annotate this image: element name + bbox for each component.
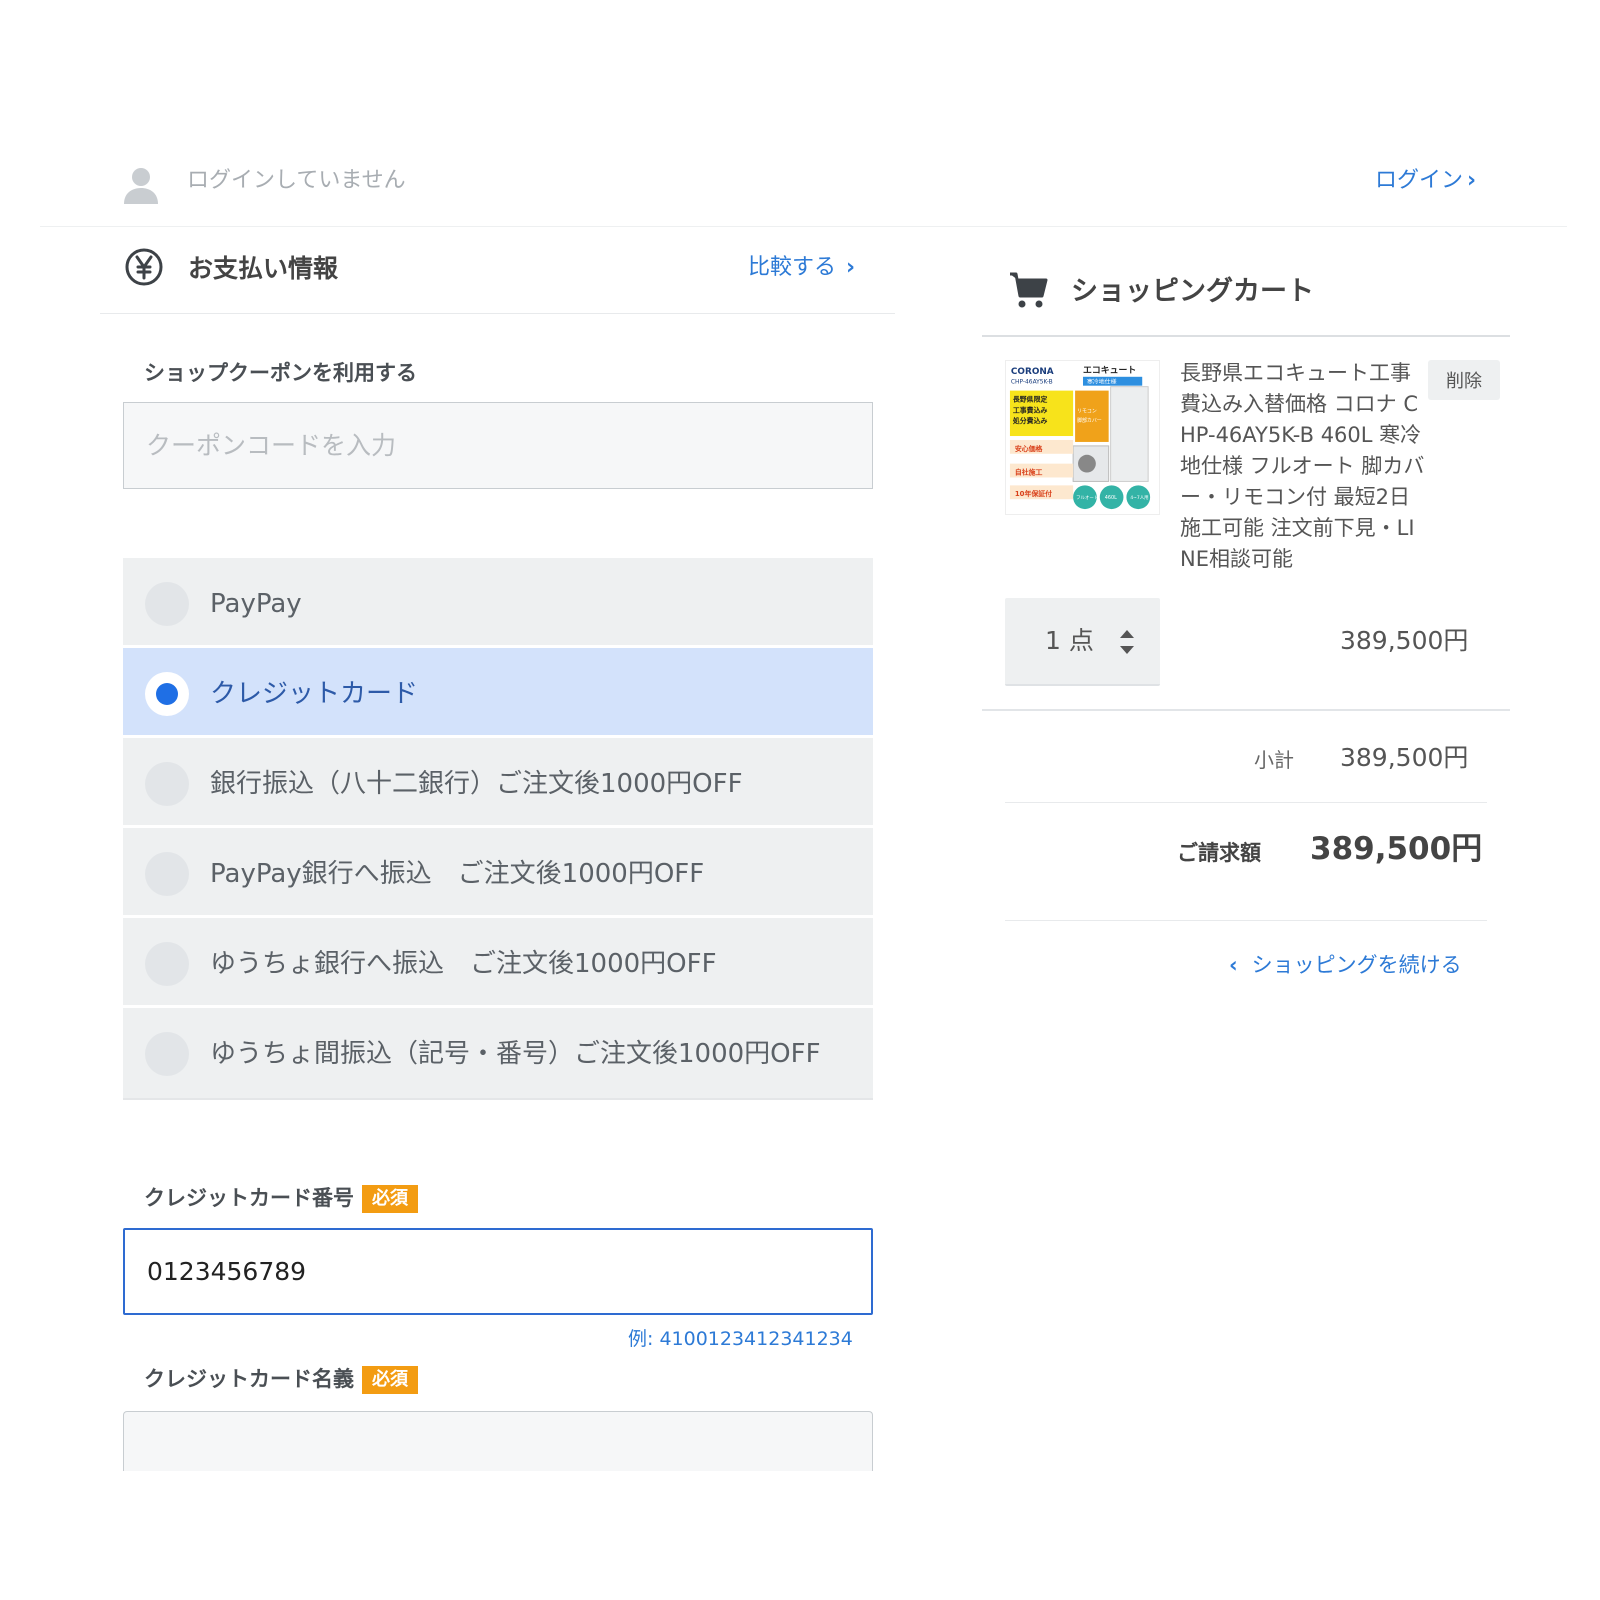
divider [982, 709, 1510, 711]
payment-option-paypay-bank[interactable]: PayPay銀行へ振込 ご注文後1000円OFF [123, 828, 873, 918]
total-value: 389,500円 [1310, 831, 1483, 867]
thumb-badge4: リモコン [1077, 408, 1097, 414]
payment-option-label: ゆうちょ間振込（記号・番号）ご注文後1000円OFF [210, 1039, 821, 1069]
user-icon [124, 168, 158, 204]
cart-icon [1010, 272, 1048, 308]
thumb-badge3: 処分費込み [1012, 416, 1048, 425]
continue-shopping-label: ショッピングを続ける [1251, 953, 1462, 977]
payment-option-yucho-transfer[interactable]: ゆうちょ間振込（記号・番号）ご注文後1000円OFF [123, 1008, 873, 1100]
cc-name-input[interactable] [123, 1411, 873, 1471]
chevron-right-icon: › [1467, 168, 1477, 193]
login-link-label: ログイン [1375, 168, 1464, 193]
coupon-input[interactable] [123, 402, 873, 489]
thumb-badge5: 脚部カバー [1077, 417, 1102, 424]
thumb-line1: 安心価格 [1015, 444, 1044, 453]
thumb-eco: エコキュート [1083, 365, 1136, 376]
payment-option-label: ゆうちょ銀行へ振込 ご注文後1000円OFF [210, 949, 717, 979]
thumb-badge1: 長野県限定 [1013, 394, 1048, 403]
required-badge: 必須 [362, 1185, 418, 1213]
chevron-left-icon: ‹ [1229, 953, 1238, 977]
product-thumbnail[interactable]: CORONA CHP-46AY5K-B エコキュート 寒冷地仕様 長野県限定 工… [1005, 360, 1160, 515]
radio-button[interactable] [145, 582, 189, 626]
line-price: 389,500円 [1340, 626, 1469, 655]
chevron-right-icon: › [846, 255, 856, 280]
yen-icon [125, 248, 163, 286]
radio-button[interactable] [145, 1032, 189, 1076]
payment-method-list: PayPay クレジットカード 銀行振込（八十二銀行）ご注文後1000円OFF … [123, 558, 873, 1100]
subtotal-value: 389,500円 [1340, 743, 1469, 772]
cc-name-label-text: クレジットカード名義 [144, 1367, 354, 1391]
payment-option-label: クレジットカード [210, 679, 419, 709]
subtotal-label: 小計 [1254, 748, 1294, 772]
thumb-line3: 10年保証付 [1015, 489, 1052, 498]
product-name[interactable]: 長野県エコキュート工事費込み入替価格 コロナ CHP-46AY5K-B 460L… [1180, 358, 1425, 575]
total-label: ご請求額 [1177, 841, 1261, 865]
thumb-badge2: 工事費込み [1013, 405, 1048, 414]
payment-option-label: 銀行振込（八十二銀行）ご注文後1000円OFF [210, 769, 743, 799]
divider [1005, 920, 1487, 921]
payment-option-label: PayPay銀行へ振込 ご注文後1000円OFF [210, 859, 705, 889]
thumb-brand: CORONA [1011, 367, 1054, 377]
cart-title: ショッピングカート [1071, 276, 1314, 307]
required-badge: 必須 [362, 1366, 418, 1394]
thumb-circle1: フルオート [1076, 495, 1098, 501]
cc-number-label: クレジットカード番号 必須 [144, 1183, 418, 1213]
thumb-circle2: 460L [1105, 495, 1117, 501]
cc-number-example: 例: 4100123412341234 [628, 1328, 853, 1350]
continue-shopping-link[interactable]: ‹ ショッピングを続ける [1229, 950, 1462, 980]
login-link[interactable]: ログイン › [1375, 166, 1476, 196]
radio-button[interactable] [145, 762, 189, 806]
payment-option-yucho-bank[interactable]: ゆうちょ銀行へ振込 ご注文後1000円OFF [123, 918, 873, 1008]
payment-title: お支払い情報 [188, 254, 339, 283]
payment-option-paypay[interactable]: PayPay [123, 558, 873, 648]
delete-button[interactable]: 削除 [1428, 360, 1500, 400]
cc-number-label-text: クレジットカード番号 [144, 1186, 354, 1210]
payment-option-label: PayPay [210, 589, 302, 619]
radio-button[interactable] [145, 942, 189, 986]
compare-link[interactable]: 比較する › [748, 252, 855, 284]
login-status-text: ログインしていません [187, 168, 406, 193]
quantity-select[interactable]: 1 点 [1005, 598, 1160, 686]
radio-button-selected[interactable] [145, 672, 189, 716]
thumb-circle3: 4~7人用 [1130, 495, 1148, 501]
compare-link-label: 比較する [748, 255, 837, 280]
thumb-model: CHP-46AY5K-B [1011, 380, 1053, 386]
divider [982, 335, 1510, 337]
quantity-value: 1 点 [1045, 626, 1094, 655]
thumb-cold: 寒冷地仕様 [1087, 378, 1117, 386]
sort-arrows-icon [1120, 630, 1134, 654]
coupon-label: ショップクーポンを利用する [144, 361, 417, 385]
payment-option-credit-card[interactable]: クレジットカード [123, 648, 873, 738]
cc-number-input[interactable] [123, 1228, 873, 1315]
radio-button[interactable] [145, 852, 189, 896]
payment-option-bank-transfer-82[interactable]: 銀行振込（八十二銀行）ご注文後1000円OFF [123, 738, 873, 828]
thumb-line2: 自社施工 [1015, 468, 1043, 477]
divider [1005, 802, 1487, 803]
cc-name-label: クレジットカード名義 必須 [144, 1364, 418, 1394]
